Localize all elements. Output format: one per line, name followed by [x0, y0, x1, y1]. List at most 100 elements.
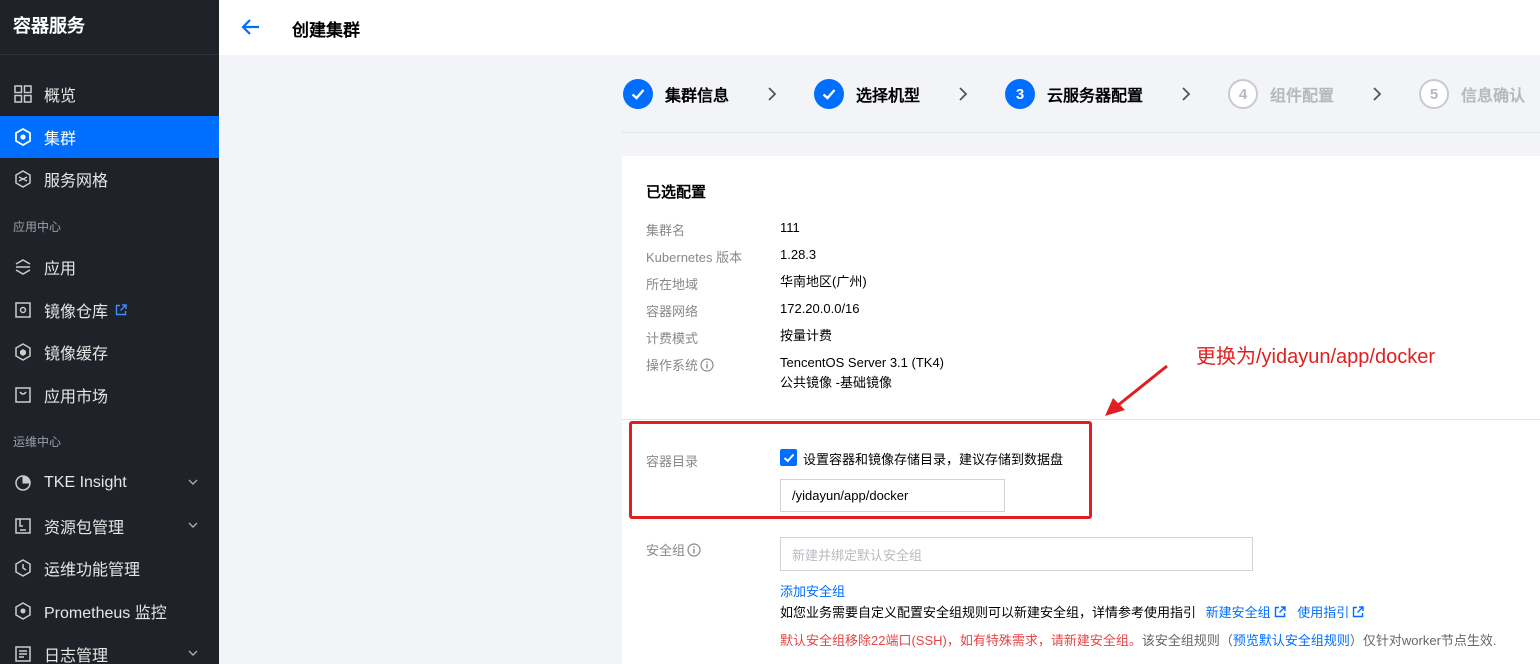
page-header: 创建集群 [219, 0, 1540, 55]
grid-icon [13, 85, 32, 104]
step-label: 集群信息 [665, 88, 730, 105]
market-icon [13, 386, 32, 405]
step-number: 4 [1228, 79, 1258, 109]
summary-title: 已选配置 [646, 184, 707, 201]
step-label: 云服务器配置 [1047, 88, 1144, 105]
step-label: 选择机型 [856, 88, 921, 105]
new-security-group-link[interactable]: 新建安全组 [1206, 605, 1286, 620]
page-title: 创建集群 [292, 21, 360, 40]
section-ops-center: 运维中心 [13, 435, 62, 449]
package-icon [13, 517, 32, 536]
external-link-icon [115, 304, 127, 316]
sidebar-item-overview[interactable]: 概览 [0, 73, 219, 115]
hint-text: 如您业务需要自定义配置安全组规则可以新建安全组，详情参考使用指引 [780, 605, 1197, 620]
annotation-arrow-icon [1105, 364, 1168, 416]
chevron-down-icon [188, 650, 198, 656]
step-label: 信息确认 [1461, 88, 1526, 105]
chevron-right-icon [1182, 87, 1191, 101]
security-group-warning: 默认安全组移除22端口(SSH)，如有特殊需求，请新建安全组。该安全组规则（预览… [780, 630, 1497, 649]
chevron-down-icon [188, 479, 198, 485]
sidebar-item-prometheus[interactable]: Prometheus 监控 [0, 590, 219, 632]
check-icon [814, 79, 844, 109]
chevron-down-icon [188, 522, 198, 528]
sidebar-item-log-management[interactable]: 日志管理 [0, 633, 219, 664]
row-value: TencentOS Server 3.1 (TK4) [780, 355, 945, 370]
row-key: 所在地域 [646, 277, 699, 292]
sidebar-item-label: TKE Insight [44, 474, 127, 491]
row-value: 1.28.3 [780, 247, 817, 262]
add-security-group-link[interactable]: 添加安全组 [780, 581, 845, 600]
step-label: 组件配置 [1270, 88, 1335, 105]
chevron-right-icon [959, 87, 968, 101]
ops-icon [13, 559, 32, 578]
step-cluster-info[interactable]: 集群信息 [623, 79, 729, 109]
steps-divider [622, 132, 1540, 133]
sidebar-item-tke-insight[interactable]: TKE Insight [0, 462, 219, 504]
log-icon [13, 645, 32, 664]
monitor-icon [13, 602, 32, 621]
sidebar-item-label: 概览 [44, 88, 77, 105]
sidebar-item-ops-management[interactable]: 运维功能管理 [0, 547, 219, 589]
section-divider [622, 419, 1540, 420]
step-confirm[interactable]: 5 信息确认 [1419, 79, 1525, 109]
external-link-icon [1353, 606, 1364, 618]
info-icon[interactable] [687, 542, 701, 557]
sidebar-item-cluster[interactable]: 集群 [0, 116, 219, 158]
security-group-select[interactable]: 新建并绑定默认安全组 [780, 537, 1253, 571]
config-card: 已选配置 集群名 111 Kubernetes 版本 1.28.3 所在地域 华… [622, 156, 1540, 664]
sidebar-item-label: 服务网格 [44, 173, 109, 190]
row-value-secondary: 公共镜像 -基础镜像 [780, 375, 892, 390]
row-key: 集群名 [646, 223, 686, 238]
step-number: 3 [1005, 79, 1035, 109]
sidebar-item-image-registry[interactable]: 镜像仓库 [0, 289, 219, 331]
annotation-highlight-box [629, 421, 1092, 519]
usage-guide-link[interactable]: 使用指引 [1297, 605, 1364, 620]
security-group-key: 安全组 [646, 540, 776, 559]
sidebar-item-label: 应用市场 [44, 389, 109, 406]
row-key: 容器网络 [646, 304, 699, 319]
row-value: 111 [780, 220, 800, 235]
sidebar-item-label: 集群 [44, 131, 77, 148]
usage-guide-label: 使用指引 [1297, 605, 1350, 620]
warning-red-text: 默认安全组移除22端口(SSH)，如有特殊需求，请新建安全组。 [780, 633, 1142, 648]
sidebar-item-label: 镜像仓库 [44, 304, 109, 321]
info-icon[interactable] [700, 357, 714, 372]
step-number: 5 [1419, 79, 1449, 109]
row-key: 计费模式 [646, 331, 699, 346]
registry-icon [13, 301, 32, 320]
annotation-text: 更换为/yidayun/app/docker [1196, 346, 1436, 368]
sidebar-item-label: 运维功能管理 [44, 562, 141, 579]
sidebar-item-label: 资源包管理 [44, 520, 125, 537]
step-machine-type[interactable]: 选择机型 [814, 79, 920, 109]
cache-icon [13, 343, 32, 362]
chevron-right-icon [1373, 87, 1382, 101]
sidebar-item-image-cache[interactable]: 镜像缓存 [0, 331, 219, 373]
sidebar-item-label: Prometheus 监控 [44, 605, 167, 622]
row-key-os: 操作系统 [646, 355, 776, 374]
sidebar-item-service-mesh[interactable]: 服务网格 [0, 158, 219, 200]
check-icon [623, 79, 653, 109]
sidebar: 容器服务 概览 集群 服务网格 应用中心 应用 镜像仓库 镜像缓存 应用市场 运… [0, 0, 219, 664]
sidebar-item-app-market[interactable]: 应用市场 [0, 374, 219, 416]
external-link-icon [1274, 606, 1286, 618]
section-app-center: 应用中心 [13, 220, 62, 234]
step-cvm-config[interactable]: 3 云服务器配置 [1005, 79, 1143, 109]
mesh-icon [13, 170, 32, 189]
app-title: 容器服务 [0, 0, 219, 55]
preview-rules-link[interactable]: 预览默认安全组规则 [1233, 633, 1350, 648]
row-value: 按量计费 [780, 328, 833, 343]
chevron-right-icon [768, 87, 777, 101]
new-security-group-label: 新建安全组 [1205, 605, 1271, 620]
sidebar-item-application[interactable]: 应用 [0, 246, 219, 288]
step-component-config[interactable]: 4 组件配置 [1228, 79, 1334, 109]
sidebar-item-label: 日志管理 [44, 648, 109, 664]
row-value: 华南地区(广州) [780, 274, 867, 289]
sidebar-item-label: 应用 [44, 261, 77, 278]
sidebar-item-label: 镜像缓存 [44, 346, 109, 363]
sidebar-item-resource-package[interactable]: 资源包管理 [0, 505, 219, 547]
warning-tail-text: ）仅针对worker节点生效. [1349, 633, 1497, 648]
back-arrow-icon[interactable] [241, 17, 261, 37]
row-value: 172.20.0.0/16 [780, 301, 860, 316]
cluster-icon [13, 128, 32, 147]
application-icon [13, 258, 32, 277]
